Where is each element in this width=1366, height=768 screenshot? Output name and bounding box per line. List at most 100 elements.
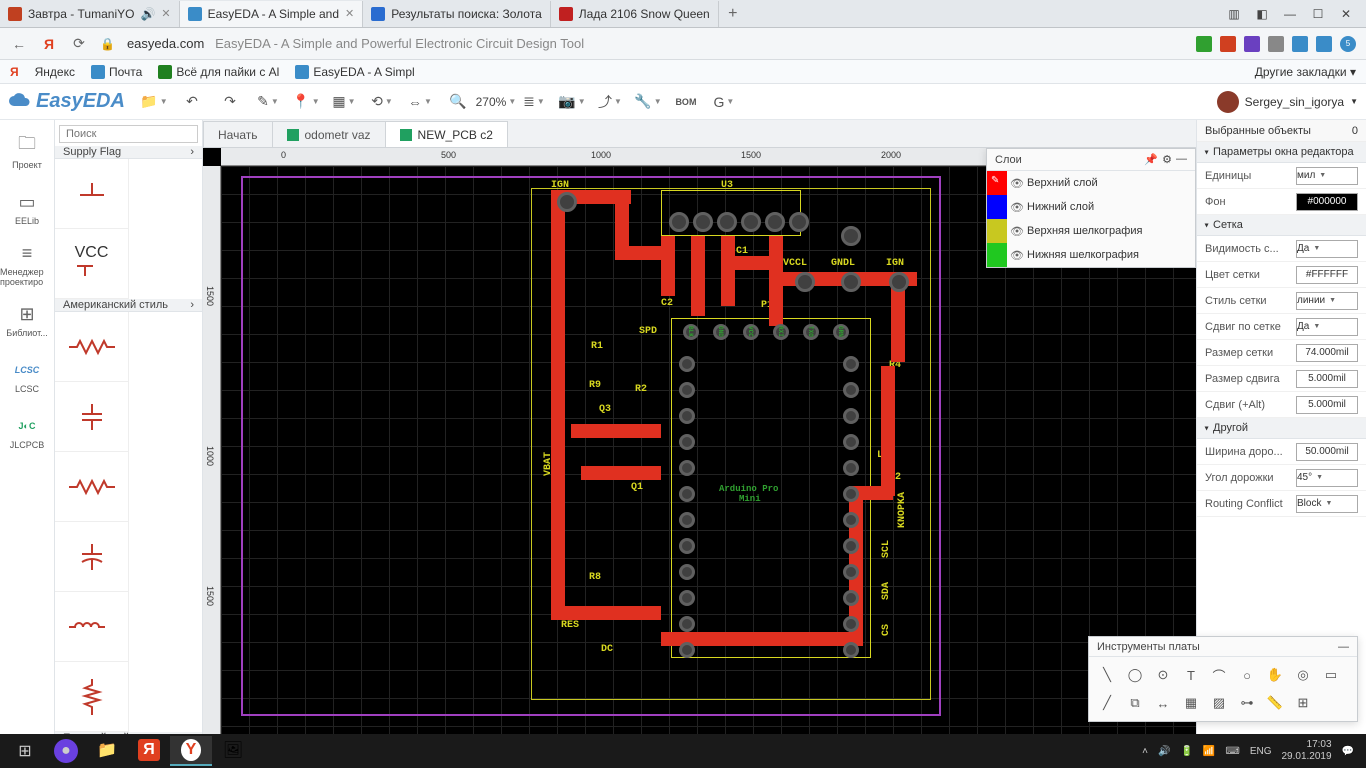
taskbar-app-browser[interactable]: Y — [170, 736, 212, 766]
bookmark-item[interactable]: EasyEDA - A Simpl — [295, 65, 414, 79]
address-text[interactable]: easyeda.com EasyEDA - A Simple and Power… — [127, 36, 584, 51]
pcb-pad[interactable] — [843, 460, 859, 476]
pcb-pad[interactable] — [679, 616, 695, 632]
pcb-pad[interactable] — [679, 382, 695, 398]
tools-button[interactable]: 🔧▼ — [631, 88, 665, 116]
pcb-pad[interactable] — [679, 538, 695, 554]
trace-width-input[interactable]: 50.000mil — [1296, 443, 1358, 461]
lib-part-resistor[interactable] — [55, 312, 129, 382]
pcb-pad[interactable] — [843, 382, 859, 398]
tray-notifications-icon[interactable]: 💬 — [1342, 746, 1354, 757]
tabs-overview-icon[interactable]: ▥ — [1222, 4, 1246, 24]
zoom-button[interactable]: 🔍 — [441, 88, 475, 116]
yandex-button[interactable]: Я — [40, 35, 58, 53]
tool-dimension[interactable]: ↔ — [1149, 689, 1177, 717]
tray-battery-icon[interactable]: 🔋 — [1180, 746, 1192, 757]
extension-icon[interactable] — [1268, 36, 1284, 52]
tool-hole[interactable]: ◎ — [1289, 661, 1317, 689]
taskbar-app-explorer[interactable]: 📁 — [86, 736, 128, 766]
browser-tab[interactable]: Лада 2106 Snow Queen — [551, 1, 719, 27]
file-menu-button[interactable]: 📁▼ — [137, 88, 171, 116]
reload-button[interactable]: ⟳ — [70, 35, 88, 53]
lock-icon[interactable]: 🔒 — [100, 37, 115, 51]
pcb-pad[interactable] — [679, 460, 695, 476]
taskbar-app-photos[interactable]: 🖼 — [212, 736, 254, 766]
pcb-pad[interactable] — [843, 642, 859, 658]
pcb-trace[interactable] — [881, 366, 895, 496]
sidebar-item-project[interactable]: 🗀Проект — [0, 124, 54, 180]
pcb-pad[interactable] — [679, 408, 695, 424]
pcb-trace[interactable] — [551, 316, 565, 606]
snapshot-button[interactable]: 📷▼ — [555, 88, 589, 116]
conflict-select[interactable]: Block — [1296, 495, 1358, 513]
tray-clock[interactable]: 17:0329.01.2019 — [1281, 739, 1331, 763]
tool-circle[interactable]: ○ — [1233, 661, 1261, 689]
fabrication-button[interactable]: G▼ — [707, 88, 741, 116]
tool-image[interactable]: ⧉ — [1121, 689, 1149, 717]
pcb-pad[interactable] — [557, 192, 577, 212]
pcb-pad[interactable] — [679, 642, 695, 658]
pcb-pad[interactable] — [679, 434, 695, 450]
eye-icon[interactable]: 👁 — [1007, 249, 1027, 262]
minimize-icon[interactable]: — — [1176, 153, 1187, 166]
lib-part-capacitor[interactable] — [55, 382, 129, 452]
tool-via[interactable]: ⊙ — [1149, 661, 1177, 689]
pcb-pad[interactable] — [843, 616, 859, 632]
angle-select[interactable]: 45° — [1296, 469, 1358, 487]
pin-icon[interactable]: 📌 — [1144, 153, 1158, 166]
browser-tab[interactable]: Результаты поиска: Золота — [363, 1, 551, 27]
undo-button[interactable]: ↶ — [175, 88, 209, 116]
prop-section-other[interactable]: Другой — [1197, 418, 1366, 439]
pcb-pad[interactable] — [843, 408, 859, 424]
bookmark-item[interactable]: Почта — [91, 65, 142, 79]
pcb-trace[interactable] — [721, 236, 735, 306]
new-tab-button[interactable]: + — [719, 5, 747, 23]
extension-icon[interactable] — [1292, 36, 1308, 52]
grid-style-select[interactable]: линии — [1296, 292, 1358, 310]
extension-icon[interactable] — [1220, 36, 1236, 52]
units-select[interactable]: мил — [1296, 167, 1358, 185]
ext-icon[interactable]: ◧ — [1250, 4, 1274, 24]
gear-icon[interactable]: ⚙ — [1162, 153, 1172, 166]
bookmark-item[interactable]: Яндекс — [35, 65, 75, 79]
prop-section-editor[interactable]: Параметры окна редактора — [1197, 142, 1366, 163]
lib-part-vcc[interactable]: VCC — [55, 229, 129, 299]
tool-track[interactable]: ╲ — [1093, 661, 1121, 689]
pcb-pad[interactable] — [693, 212, 713, 232]
lib-section-header[interactable]: Американский стиль› — [55, 299, 202, 312]
taskbar-app-yandex[interactable]: Я — [128, 736, 170, 766]
sidebar-item-eelib[interactable]: ▭EELib — [0, 180, 54, 236]
pcb-pad[interactable] — [841, 226, 861, 246]
lib-part-inductor[interactable] — [55, 592, 129, 662]
eye-icon[interactable]: 👁 — [1007, 201, 1027, 214]
grid-visible-select[interactable]: Да — [1296, 240, 1358, 258]
close-icon[interactable]: ✕ — [161, 7, 170, 20]
doc-tab-schematic[interactable]: odometr vaz — [272, 121, 386, 147]
library-search-input[interactable] — [59, 125, 198, 143]
sidebar-item-jlcpcb[interactable]: J◐CJLCPCB — [0, 404, 54, 460]
grid-color-input[interactable]: #FFFFFF — [1296, 266, 1358, 284]
layers-panel-header[interactable]: Слои 📌⚙— — [987, 149, 1195, 171]
lib-part-resistor-zigzag[interactable] — [55, 662, 129, 732]
audio-icon[interactable]: 🔊 — [140, 7, 155, 21]
back-button[interactable]: ← — [10, 35, 28, 53]
tool-rect[interactable]: ▭ — [1317, 661, 1345, 689]
tool-arc[interactable]: ⌒ — [1205, 661, 1233, 689]
pcb-pad[interactable] — [765, 212, 785, 232]
pcb-pad[interactable] — [679, 590, 695, 606]
download-icon[interactable] — [1316, 36, 1332, 52]
lib-section-header[interactable]: Supply Flag› — [55, 146, 202, 159]
eye-icon[interactable]: 👁 — [1007, 225, 1027, 238]
notif-badge-icon[interactable]: 5 — [1340, 36, 1356, 52]
pcb-pad[interactable] — [889, 272, 909, 292]
pcb-pad[interactable] — [843, 356, 859, 372]
grid-size-input[interactable]: 74.000mil — [1296, 344, 1358, 362]
rotate-menu-button[interactable]: ⟲▼ — [365, 88, 399, 116]
pcb-pad[interactable] — [843, 564, 859, 580]
pcb-pad[interactable] — [679, 356, 695, 372]
tool-text[interactable]: T — [1177, 661, 1205, 689]
move-menu-button[interactable]: ⇔▼ — [403, 88, 437, 116]
easyeda-logo[interactable]: EasyEDA — [8, 90, 125, 114]
sidebar-item-design-manager[interactable]: ≡Менеджер проектиро — [0, 236, 54, 292]
cortana-button[interactable]: ● — [54, 739, 78, 763]
